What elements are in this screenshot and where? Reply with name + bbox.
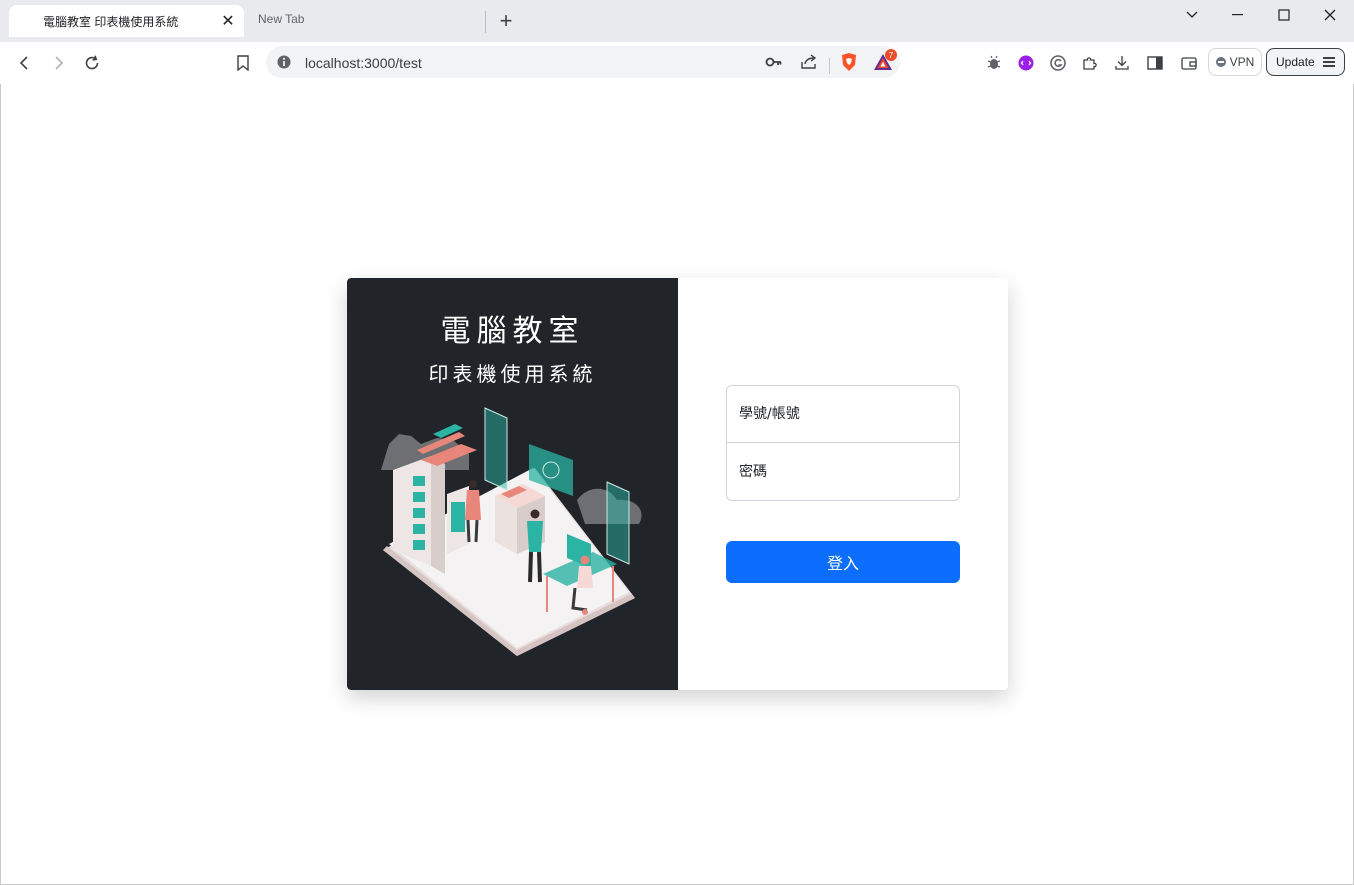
key-icon[interactable] xyxy=(764,52,784,72)
tab-separator xyxy=(485,11,486,33)
share-icon[interactable] xyxy=(799,52,819,72)
bug-extension-icon[interactable] xyxy=(982,51,1006,75)
omnibox-divider xyxy=(829,58,830,74)
rewards-badge: 7 xyxy=(885,49,897,61)
tab-search-chevron-icon[interactable] xyxy=(1177,4,1207,26)
wallet-icon[interactable] xyxy=(1177,51,1201,75)
address-bar[interactable]: localhost:3000/test xyxy=(266,46,900,78)
vpn-label: VPN xyxy=(1229,55,1255,69)
sidebar-toggle-icon[interactable] xyxy=(1143,51,1167,75)
brand-title: 電腦教室 xyxy=(440,314,585,349)
reload-icon[interactable] xyxy=(80,51,104,75)
purple-extension-icon[interactable] xyxy=(1014,51,1038,75)
browser-chrome: 電腦教室 印表機使用系統 ✕ New Tab + localhost:3000/… xyxy=(0,0,1354,84)
brand-subtitle: 印表機使用系統 xyxy=(428,362,597,386)
bookmark-icon[interactable] xyxy=(231,51,255,75)
login-card: 電腦教室 印表機使用系統 學號/帳號 登入 xyxy=(347,278,1008,690)
close-window-icon[interactable] xyxy=(1315,4,1345,26)
tab-active[interactable]: 電腦教室 印表機使用系統 ✕ xyxy=(9,5,244,37)
vpn-status-icon xyxy=(1215,57,1226,67)
back-arrow-icon[interactable] xyxy=(13,51,37,75)
site-info-icon[interactable] xyxy=(276,54,292,70)
tab-strip: 電腦教室 印表機使用系統 ✕ New Tab + xyxy=(0,0,1354,42)
browser-toolbar: localhost:3000/test 7 xyxy=(0,42,1354,84)
page-viewport: 電腦教室 印表機使用系統 學號/帳號 登入 xyxy=(0,84,1354,885)
url-text: localhost:3000/test xyxy=(305,55,422,71)
brave-shield-icon[interactable] xyxy=(839,52,859,72)
tab-title: 電腦教室 印表機使用系統 xyxy=(43,14,179,29)
login-form-fields xyxy=(726,385,960,501)
tab-close-icon[interactable]: ✕ xyxy=(218,11,238,31)
extensions-puzzle-icon[interactable] xyxy=(1078,51,1102,75)
password-input[interactable] xyxy=(727,443,959,500)
brand-panel: 電腦教室 印表機使用系統 xyxy=(347,278,678,690)
grammarly-icon[interactable] xyxy=(1046,51,1070,75)
login-button[interactable]: 登入 xyxy=(726,541,960,583)
forward-arrow-icon[interactable] xyxy=(46,51,70,75)
username-input[interactable] xyxy=(727,386,959,443)
maximize-icon[interactable] xyxy=(1269,4,1299,26)
new-tab-button[interactable]: + xyxy=(495,10,517,32)
update-label: Update xyxy=(1276,55,1315,69)
download-icon[interactable] xyxy=(1110,51,1134,75)
hamburger-menu-icon xyxy=(1322,57,1335,67)
update-menu-button[interactable]: Update xyxy=(1266,48,1345,76)
vpn-button[interactable]: VPN xyxy=(1208,48,1262,76)
tab-new-tab[interactable]: New Tab xyxy=(258,12,304,26)
minimize-icon[interactable] xyxy=(1223,4,1253,26)
computer-lab-illustration xyxy=(381,407,642,656)
